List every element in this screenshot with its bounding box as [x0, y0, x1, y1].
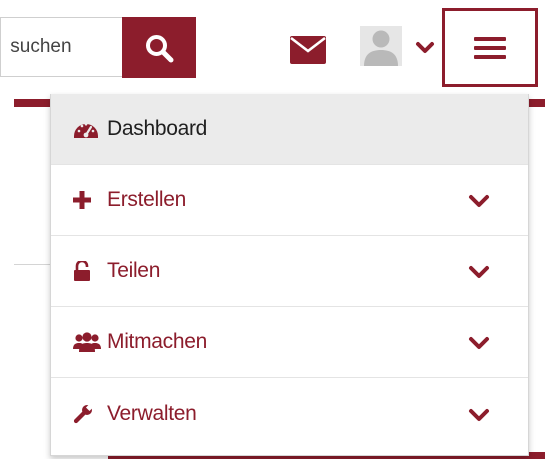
- search-icon: [146, 34, 174, 62]
- menu-item-label: Teilen: [107, 259, 161, 282]
- menu-item-label: Dashboard: [107, 117, 208, 140]
- menu-item-label: Mitmachen: [107, 330, 208, 353]
- user-avatar-icon: [364, 30, 398, 66]
- chevron-down-icon[interactable]: [468, 265, 490, 279]
- menu-item-label: Erstellen: [107, 188, 187, 211]
- users-icon: [73, 331, 101, 353]
- menu-item-mitmachen[interactable]: Mitmachen: [51, 307, 528, 378]
- menu-item-teilen[interactable]: Teilen: [51, 236, 528, 307]
- search-input[interactable]: [0, 17, 122, 77]
- chevron-down-icon[interactable]: [468, 408, 490, 422]
- user-menu[interactable]: [360, 26, 440, 70]
- avatar: [360, 26, 402, 66]
- menu-item-verwalten[interactable]: Verwalten: [51, 378, 528, 449]
- menu-toggle-button[interactable]: [442, 8, 538, 87]
- divider: [14, 264, 54, 265]
- wrench-icon: [73, 403, 101, 425]
- chevron-down-icon[interactable]: [468, 336, 490, 350]
- search-button[interactable]: [122, 17, 196, 78]
- chevron-down-icon: [416, 42, 434, 53]
- hamburger-icon: [474, 36, 506, 59]
- menu-item-erstellen[interactable]: Erstellen: [51, 165, 528, 236]
- chevron-down-icon[interactable]: [468, 194, 490, 208]
- menu-item-dashboard[interactable]: Dashboard: [51, 94, 528, 165]
- plus-icon: [73, 189, 101, 211]
- dashboard-icon: [73, 118, 101, 140]
- unlock-icon: [73, 260, 101, 282]
- menu-item-label: Verwalten: [107, 401, 197, 425]
- envelope-icon[interactable]: [290, 36, 326, 64]
- main-menu-dropdown: Dashboard Erstellen Teilen Mitmachen Ver…: [50, 94, 529, 456]
